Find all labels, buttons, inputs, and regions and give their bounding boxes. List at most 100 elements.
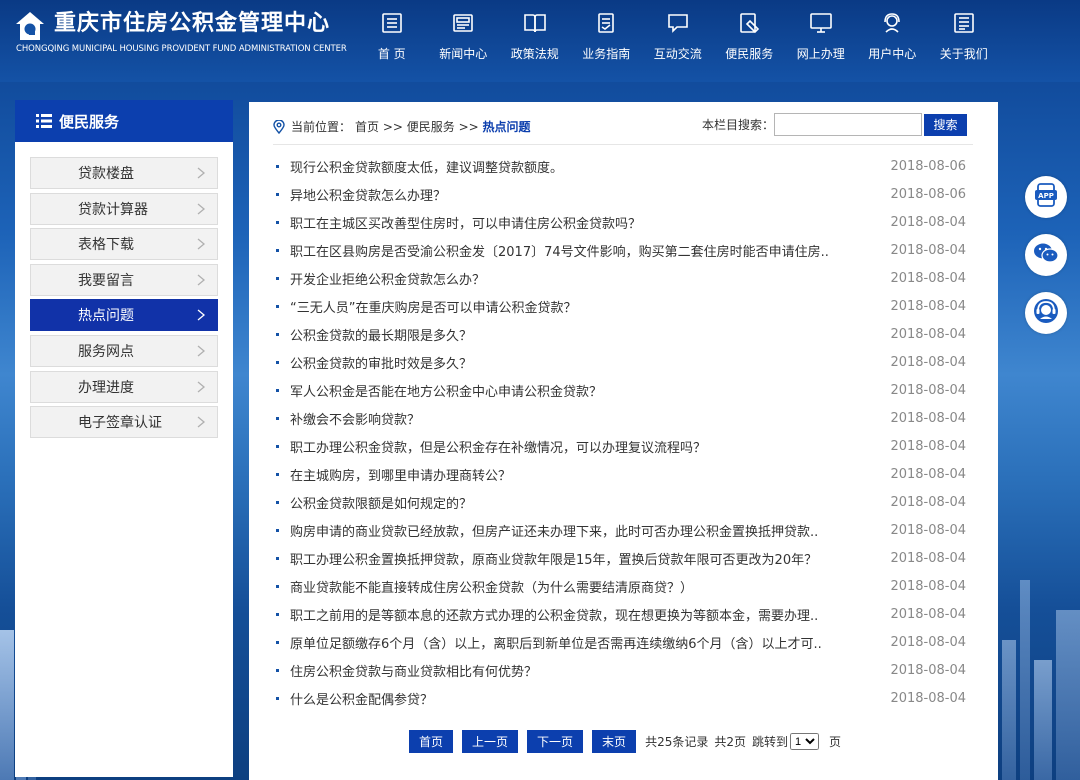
site-logo[interactable]: 重庆市住房公积金管理中心 CHONGQING MUNICIPAL HOUSING… [14,10,347,54]
news-title[interactable]: 职工在主城区买改善型住房时，可以申请住房公积金贷款吗？ [290,213,874,232]
news-row[interactable]: 职工之前用的是等额本息的还款方式办理的公积金贷款，现在想更换为等额本金，需要办理… [276,600,966,628]
next-page-button[interactable]: 下一页 [527,730,584,753]
sidebar-menu: 贷款楼盘贷款计算器 表格下载我要留言热点问题 服务网点 办理进度 电子签章认证 [15,142,233,439]
chevron-right-icon [196,274,206,286]
app-icon: APP [1033,182,1059,212]
news-title[interactable]: 职工办理公积金贷款，但是公积金存在补缴情况，可以办理复议流程吗？ [290,437,874,456]
news-title[interactable]: 购房申请的商业贷款已经放款，但房产证还未办理下来，此时可否办理公积金置换抵押贷款… [290,521,874,540]
news-date: 2018-08-04 [890,354,966,370]
nav-news[interactable]: 新闻中心 [428,0,500,82]
sidebar-item[interactable]: 电子签章认证 [30,406,218,439]
news-row[interactable]: “三无人员”在重庆购房是否可以申请公积金贷款？ 2018-08-04 [276,292,966,320]
news-row[interactable]: 补缴会不会影响贷款？ 2018-08-04 [276,404,966,432]
nav-interact[interactable]: 互动交流 [642,0,714,82]
news-row[interactable]: 公积金贷款的最长期限是多久？ 2018-08-04 [276,320,966,348]
news-title[interactable]: 现行公积金贷款额度太低，建议调整贷款额度。 [290,157,874,176]
news-list: 现行公积金贷款额度太低，建议调整贷款额度。 2018-08-06 异地公积金贷款怎么… [276,152,966,712]
news-date: 2018-08-04 [890,438,966,454]
news-title[interactable]: 在主城购房，到哪里申请办理商转公？ [290,465,874,484]
news-title[interactable]: 职工办理公积金置换抵押贷款，原商业贷款年限是15年，置换后贷款年限可否更改为20… [290,549,874,568]
last-page-button[interactable]: 末页 [592,730,637,753]
sidebar-item[interactable]: 贷款楼盘 [30,157,218,189]
search-input[interactable] [774,113,923,136]
news-title[interactable]: 开发企业拒绝公积金贷款怎么办？ [290,269,874,288]
breadcrumb-home[interactable]: 首页 [355,118,379,135]
news-title[interactable]: 公积金贷款的审批时效是多久？ [290,353,874,372]
support-float-button[interactable] [1025,292,1067,334]
sidebar-item[interactable]: 办理进度 [30,370,218,403]
news-title[interactable]: 原单位足额缴存6个月（含）以上，离职后到新单位是否需再连续缴纳6个月（含）以上才… [290,633,874,652]
nav-interact-label: 互动交流 [653,47,702,61]
breadcrumb-current[interactable]: 热点问题 [483,118,531,135]
news-title[interactable]: 补缴会不会影响贷款？ [290,409,874,428]
news-date: 2018-08-04 [890,522,966,538]
nav-policy[interactable]: 政策法规 [499,0,571,82]
news-row[interactable]: 职工在区县购房是否受渝公积金发〔2017〕74号文件影响，购买第二套住房时能否申… [276,236,966,264]
chevron-right-icon [196,309,206,321]
news-date: 2018-08-04 [890,578,966,594]
app-float-button[interactable]: APP [1025,176,1067,218]
nav-online[interactable]: 网上办理 [785,0,857,82]
sidebar-item[interactable]: 表格下载 [30,228,218,261]
sidebar-item[interactable]: 我要留言 [30,263,218,296]
news-row[interactable]: 原单位足额缴存6个月（含）以上，离职后到新单位是否需再连续缴纳6个月（含）以上才… [276,628,966,656]
sidebar-item-label: 贷款楼盘 [78,166,134,182]
breadcrumb-prefix: 当前位置： [291,120,352,134]
bullet-icon [276,444,279,448]
news-row[interactable]: 职工在主城区买改善型住房时，可以申请住房公积金贷款吗？ 2018-08-04 [276,208,966,236]
sidebar-item[interactable]: 热点问题 [30,299,218,332]
site-title-en: CHONGQING MUNICIPAL HOUSING PROVIDENT FU… [16,44,347,54]
news-row[interactable]: 开发企业拒绝公积金贷款怎么办？ 2018-08-04 [276,264,966,292]
news-row[interactable]: 职工办理公积金置换抵押贷款，原商业贷款年限是15年，置换后贷款年限可否更改为20… [276,544,966,572]
news-row[interactable]: 住房公积金贷款与商业贷款相比有何优势？ 2018-08-04 [276,656,966,684]
news-row[interactable]: 公积金贷款的审批时效是多久？ 2018-08-04 [276,348,966,376]
news-row[interactable]: 什么是公积金配偶参贷？ 2018-08-04 [276,684,966,712]
news-row[interactable]: 购房申请的商业贷款已经放款，但房产证还未办理下来，此时可否办理公积金置换抵押贷款… [276,516,966,544]
page-select[interactable]: 1 [790,733,819,750]
news-row[interactable]: 现行公积金贷款额度太低，建议调整贷款额度。 2018-08-06 [276,152,966,180]
news-row[interactable]: 商业贷款能不能直接转成住房公积金贷款（为什么需要结清原商贷？） 2018-08-0… [276,572,966,600]
wechat-float-button[interactable] [1025,234,1067,276]
site-header: 重庆市住房公积金管理中心 CHONGQING MUNICIPAL HOUSING… [0,0,1080,82]
sidebar-item[interactable]: 服务网点 [30,334,218,367]
news-title[interactable]: 住房公积金贷款与商业贷款相比有何优势？ [290,661,874,680]
news-title[interactable]: 商业贷款能不能直接转成住房公积金贷款（为什么需要结清原商贷？） [290,577,874,596]
news-title[interactable]: 公积金贷款的最长期限是多久？ [290,325,874,344]
news-row[interactable]: 职工办理公积金贷款，但是公积金存在补缴情况，可以办理复议流程吗？ 2018-08-… [276,432,966,460]
news-title[interactable]: 异地公积金贷款怎么办理？ [290,185,874,204]
breadcrumb-section[interactable]: 便民服务 [407,118,455,135]
bullet-icon [276,696,279,700]
nav-user[interactable]: 用户中心 [857,0,929,82]
nav-home-label: 首 页 [377,47,406,61]
news-date: 2018-08-06 [890,158,966,174]
location-pin-icon [273,118,285,134]
news-date: 2018-08-04 [890,662,966,678]
chevron-right-icon [196,381,206,393]
news-row[interactable]: 在主城购房，到哪里申请办理商转公？ 2018-08-04 [276,460,966,488]
bullet-icon [276,640,279,644]
bullet-icon [276,612,279,616]
news-date: 2018-08-04 [890,326,966,342]
news-title[interactable]: 职工之前用的是等额本息的还款方式办理的公积金贷款，现在想更换为等额本金，需要办理… [290,605,874,624]
prev-page-button[interactable]: 上一页 [462,730,519,753]
news-title[interactable]: 公积金贷款限额是如何规定的？ [290,493,874,512]
search-button[interactable]: 搜索 [924,113,968,136]
nav-home[interactable]: 首 页 [356,0,428,82]
list-icon [35,112,53,130]
bullet-icon [276,668,279,672]
sidebar-item-label: 我要留言 [78,272,134,289]
jump-label: 跳转到 [751,735,788,749]
news-title[interactable]: 职工在区县购房是否受渝公积金发〔2017〕74号文件影响，购买第二套住房时能否申… [290,241,874,260]
news-title[interactable]: 军人公积金是否能在地方公积金中心申请公积金贷款？ [290,381,874,400]
news-row[interactable]: 异地公积金贷款怎么办理？ 2018-08-06 [276,180,966,208]
sidebar-item[interactable]: 贷款计算器 [30,192,218,225]
news-title[interactable]: “三无人员”在重庆购房是否可以申请公积金贷款？ [290,297,874,316]
nav-service[interactable]: 便民服务 [714,0,786,82]
nav-about-label: 关于我们 [939,47,988,61]
nav-guide[interactable]: 业务指南 [571,0,643,82]
news-title[interactable]: 什么是公积金配偶参贷？ [290,689,874,708]
nav-about[interactable]: 关于我们 [928,0,1000,82]
news-row[interactable]: 军人公积金是否能在地方公积金中心申请公积金贷款？ 2018-08-04 [276,376,966,404]
news-row[interactable]: 公积金贷款限额是如何规定的？ 2018-08-04 [276,488,966,516]
first-page-button[interactable]: 首页 [409,730,454,753]
